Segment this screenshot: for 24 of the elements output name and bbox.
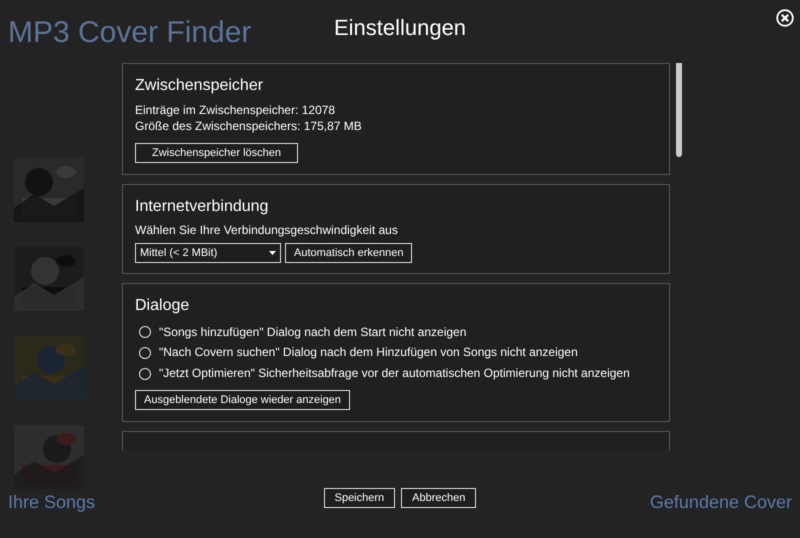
info-text: Größe des Zwischenspeichers: 175,87 MB [135,118,363,136]
section-heading: Zwischenspeicher [135,76,264,96]
section-heading: Gefundene Cover [650,491,792,514]
radio-button[interactable] [139,326,151,338]
section-heading: Internetverbindung [135,197,270,216]
clear-cache-button[interactable]: Zwischenspeicher löschen [135,143,298,164]
cancel-button[interactable]: Abbrechen [401,488,476,508]
option-label: "Nach Covern suchen" Dialog nach dem Hinzufügen von Songs nicht anzeigen [159,344,578,362]
radio-button[interactable] [139,368,151,380]
section-heading: Ihre Songs [8,491,96,514]
detect-button[interactable]: Automatisch erkennen [285,243,412,264]
app-title: MP3 Cover Finder [8,18,252,48]
dialog-title: Einstellungen [334,15,466,42]
info-text: Einträge im Zwischenspeicher: 12078 [135,102,336,118]
scrollbar-thumb[interactable] [676,63,682,158]
show-dialogs-button[interactable]: Ausgeblendete Dialoge wieder anzeigen [135,390,350,410]
radio-button[interactable] [139,346,151,359]
option-label: "Jetzt Optimieren" Sicherheitsabfrage vor der automatischen Optimierung nicht anzeigen [159,365,630,382]
option-label: "Songs hinzufügen" Dialog nach dem Start nicht anzeigen [159,324,466,340]
description-text: Wählen Sie Ihre Verbindungsgeschwindigkeit aus [135,222,399,240]
save-button[interactable]: Speichern [324,488,396,508]
section-heading: Dialoge [135,296,190,316]
speed-dropdown[interactable]: Mittel (< 2 MBit) [135,243,281,264]
caret-icon [269,251,276,256]
